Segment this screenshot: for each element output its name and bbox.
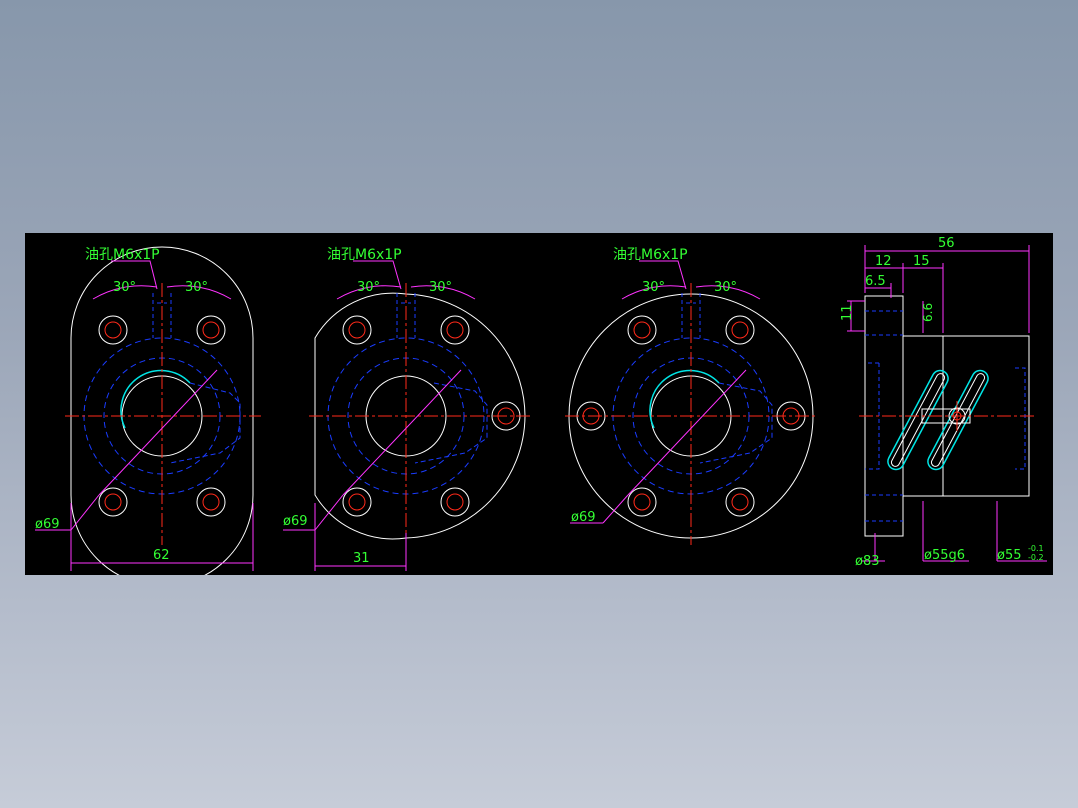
angle-right-1: 30° xyxy=(185,280,208,295)
diameter-label-3: ø69 xyxy=(571,510,596,525)
diameter-label-2: ø69 xyxy=(283,514,308,529)
body-dia-label: ø55g6 xyxy=(924,548,965,563)
oil-hole-dim-label: 6.6 xyxy=(921,303,935,322)
overall-length-label: 56 xyxy=(938,236,955,251)
bolt-hole-bl xyxy=(98,487,128,517)
cad-viewport[interactable]: 油孔M6x1P 30° 30° ø69 62 油孔M6x1P 30° 30° ø… xyxy=(0,0,1078,808)
half-width-label-2: 31 xyxy=(353,551,370,566)
width-label-1: 62 xyxy=(153,548,170,563)
bolt-hole-bl xyxy=(627,487,657,517)
return-tubes xyxy=(887,369,989,471)
flange-thickness-label: 12 xyxy=(875,254,892,269)
tol-lower-label: -0.2 xyxy=(1028,553,1044,562)
angle-right-3: 30° xyxy=(714,280,737,295)
angle-left-2: 30° xyxy=(357,280,380,295)
bore-accent xyxy=(120,369,191,429)
front-view-1: 油孔M6x1P 30° 30° ø69 62 xyxy=(35,246,261,575)
oil-hole-label-1: 油孔M6x1P xyxy=(85,247,160,263)
bolt-hole-tl xyxy=(98,315,128,345)
body-step-label: 15 xyxy=(913,254,930,269)
bolt-hole-bl xyxy=(342,487,372,517)
flange-dia-label: ø83 xyxy=(855,554,880,569)
hole-offset-label: 6.5 xyxy=(865,274,886,289)
bolt-hole-br xyxy=(196,487,226,517)
bolt-hole-tr xyxy=(725,315,755,345)
diameter-label-1: ø69 xyxy=(35,517,60,532)
bolt-hole-tl xyxy=(342,315,372,345)
angle-left-1: 30° xyxy=(113,280,136,295)
bolt-hole-tr xyxy=(440,315,470,345)
angle-left-3: 30° xyxy=(642,280,665,295)
bolt-hole-tr xyxy=(196,315,226,345)
side-view: 56 12 15 6.5 11 6.6 ø83 ø55g6 ø55 -0.1 -… xyxy=(840,236,1047,569)
drawing-canvas[interactable]: 油孔M6x1P 30° 30° ø69 62 油孔M6x1P 30° 30° ø… xyxy=(25,233,1053,575)
hole-height-label: 11 xyxy=(840,304,855,321)
front-view-2: 油孔M6x1P 30° 30° ø69 31 xyxy=(283,247,531,571)
front-view-3: 油孔M6x1P 30° 30° ø69 xyxy=(565,247,817,545)
bolt-hole-br xyxy=(440,487,470,517)
bolt-hole-tl xyxy=(627,315,657,345)
drawing-sheet: 油孔M6x1P 30° 30° ø69 62 油孔M6x1P 30° 30° ø… xyxy=(35,236,1047,575)
bolt-hole-br xyxy=(725,487,755,517)
oil-hole-label-3: 油孔M6x1P xyxy=(613,247,688,263)
oil-hole-label-2: 油孔M6x1P xyxy=(327,247,402,263)
tol-dia-label: ø55 xyxy=(997,548,1022,563)
dia-leader xyxy=(98,369,218,496)
angle-right-2: 30° xyxy=(429,280,452,295)
tol-upper-label: -0.1 xyxy=(1028,544,1044,553)
